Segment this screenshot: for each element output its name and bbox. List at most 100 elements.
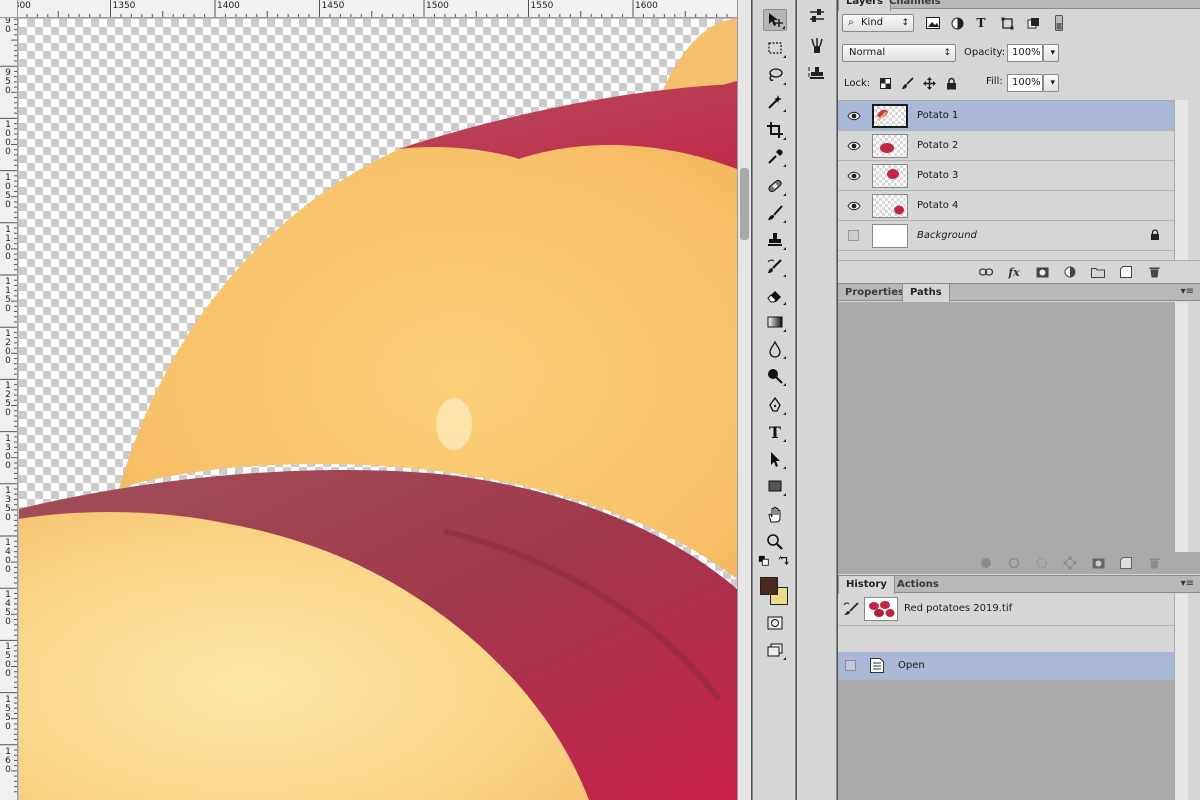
- layer-row-potato-4[interactable]: Potato 4: [838, 191, 1174, 221]
- path-selection-tool[interactable]: [763, 448, 787, 470]
- history-brush-source-icon[interactable]: [843, 602, 859, 619]
- layer-thumbnail[interactable]: [872, 194, 908, 218]
- layer-visibility-toggle[interactable]: [846, 168, 862, 184]
- lock-icon: [1150, 229, 1160, 244]
- lock-position-button[interactable]: [920, 74, 938, 92]
- history-scrollbar[interactable]: [1174, 594, 1188, 800]
- blur-tool[interactable]: [763, 338, 787, 360]
- layer-thumbnail[interactable]: [872, 224, 908, 248]
- layer-row-potato-2[interactable]: Potato 2: [838, 131, 1174, 161]
- history-state-open[interactable]: Open: [838, 652, 1174, 680]
- layer-visibility-toggle[interactable]: [848, 230, 859, 241]
- fill-path-button[interactable]: [978, 555, 994, 571]
- lock-all-button[interactable]: [942, 74, 960, 92]
- link-layers-button[interactable]: [978, 264, 994, 280]
- eraser-tool[interactable]: [763, 284, 787, 306]
- clone-stamp-tool[interactable]: [763, 229, 787, 251]
- vertical-ruler[interactable]: 90 950 1000 1050 1100 1150 1200 1250 1300 1350 140…: [0, 18, 18, 800]
- rectangle-tool[interactable]: [763, 475, 787, 497]
- pen-tool[interactable]: [763, 394, 787, 416]
- paths-scrollbar[interactable]: [1174, 302, 1188, 556]
- brush-tool[interactable]: [763, 202, 787, 224]
- move-tool[interactable]: [763, 9, 787, 31]
- tab-history[interactable]: History: [838, 576, 895, 594]
- new-group-button[interactable]: [1090, 264, 1106, 280]
- load-path-as-selection-button[interactable]: [1034, 555, 1050, 571]
- default-colors-button[interactable]: [757, 554, 771, 568]
- layer-row-potato-1[interactable]: Potato 1: [838, 101, 1174, 131]
- ruler-label: 1350: [112, 1, 136, 11]
- layer-thumbnail[interactable]: [872, 104, 908, 128]
- dock-adjustments-button[interactable]: [807, 6, 827, 26]
- quick-mask-button[interactable]: [763, 612, 787, 634]
- new-path-button[interactable]: [1118, 555, 1134, 571]
- image-canvas[interactable]: [19, 19, 737, 800]
- foreground-color-swatch[interactable]: [760, 577, 778, 595]
- dodge-tool[interactable]: [763, 365, 787, 387]
- add-mask-button[interactable]: [1034, 264, 1050, 280]
- document-vertical-scrollbar[interactable]: [737, 0, 751, 800]
- new-layer-button[interactable]: [1118, 264, 1134, 280]
- fill-slider-button[interactable]: ▾: [1043, 74, 1059, 92]
- filter-pixel-layers-button[interactable]: [924, 14, 942, 32]
- delete-layer-button[interactable]: [1146, 264, 1162, 280]
- dock-clone-source-button[interactable]: [807, 64, 827, 84]
- history-snapshot-row[interactable]: Red potatoes 2019.tif: [838, 594, 1174, 626]
- filter-smart-objects-button[interactable]: [1024, 14, 1042, 32]
- filter-shape-layers-button[interactable]: [998, 14, 1016, 32]
- fill-input[interactable]: 100%: [1007, 74, 1043, 92]
- horizontal-ruler[interactable]: 1300135014001450150015501600165017001750…: [18, 0, 737, 18]
- arrow-icon: [771, 452, 780, 467]
- hand-tool[interactable]: [763, 504, 787, 526]
- tab-actions[interactable]: Actions: [890, 576, 946, 593]
- type-tool[interactable]: T: [763, 421, 787, 443]
- scrollbar-thumb[interactable]: [740, 168, 749, 240]
- ruler-origin[interactable]: [0, 0, 18, 18]
- filter-adjustment-layers-button[interactable]: [948, 14, 966, 32]
- layer-thumbnail[interactable]: [872, 134, 908, 158]
- add-vector-mask-button[interactable]: [1090, 555, 1106, 571]
- layer-row-background[interactable]: Background: [838, 221, 1174, 251]
- panel-menu-icon[interactable]: ▾≡: [1181, 578, 1194, 589]
- healing-brush-tool[interactable]: [763, 175, 787, 197]
- quick-selection-tool[interactable]: [763, 91, 787, 113]
- zoom-tool[interactable]: [763, 531, 787, 553]
- screen-mode-button[interactable]: [763, 639, 787, 661]
- history-brush-tool[interactable]: [763, 256, 787, 278]
- layer-row-potato-3[interactable]: Potato 3: [838, 161, 1174, 191]
- ruler-label: 1250: [5, 381, 11, 419]
- zoom-icon: [767, 534, 783, 550]
- filter-toggle-switch[interactable]: [1050, 14, 1068, 32]
- eyedropper-tool[interactable]: [763, 146, 787, 168]
- opacity-input[interactable]: 100%: [1007, 44, 1043, 62]
- properties-panel-tabs: Properties Paths ▾≡: [838, 283, 1200, 302]
- layer-thumbnail[interactable]: [872, 164, 908, 188]
- marquee-tool[interactable]: [763, 37, 787, 59]
- layer-filter-dropdown[interactable]: ⌕ Kind ↕: [842, 14, 914, 32]
- stroke-path-button[interactable]: [1006, 555, 1022, 571]
- filter-type-layers-button[interactable]: T: [972, 14, 990, 32]
- make-work-path-button[interactable]: [1062, 555, 1078, 571]
- lock-transparent-pixels-button[interactable]: [876, 74, 894, 92]
- tab-channels[interactable]: Channels: [882, 0, 948, 10]
- tab-paths[interactable]: Paths: [902, 284, 950, 302]
- fx-icon: fx: [1008, 265, 1020, 279]
- crop-tool[interactable]: [763, 119, 787, 141]
- add-layer-style-button[interactable]: fx: [1006, 264, 1022, 280]
- swap-colors-button[interactable]: [777, 554, 791, 568]
- tab-properties[interactable]: Properties: [838, 284, 911, 301]
- gradient-tool[interactable]: [763, 311, 787, 333]
- new-adjustment-layer-button[interactable]: [1062, 264, 1078, 280]
- blend-mode-dropdown[interactable]: Normal ↕: [842, 44, 956, 62]
- opacity-slider-button[interactable]: ▾: [1043, 44, 1059, 62]
- lasso-tool[interactable]: [763, 64, 787, 86]
- lock-image-pixels-button[interactable]: [898, 74, 916, 92]
- layer-visibility-toggle[interactable]: [846, 198, 862, 214]
- layer-visibility-toggle[interactable]: [846, 108, 862, 124]
- layer-visibility-toggle[interactable]: [846, 138, 862, 154]
- potatoes-thumbnail: [869, 601, 895, 617]
- delete-path-button[interactable]: [1146, 555, 1162, 571]
- layers-scrollbar[interactable]: [1174, 100, 1188, 260]
- dock-brushes-button[interactable]: [807, 36, 827, 56]
- panel-menu-icon[interactable]: ▾≡: [1181, 286, 1194, 297]
